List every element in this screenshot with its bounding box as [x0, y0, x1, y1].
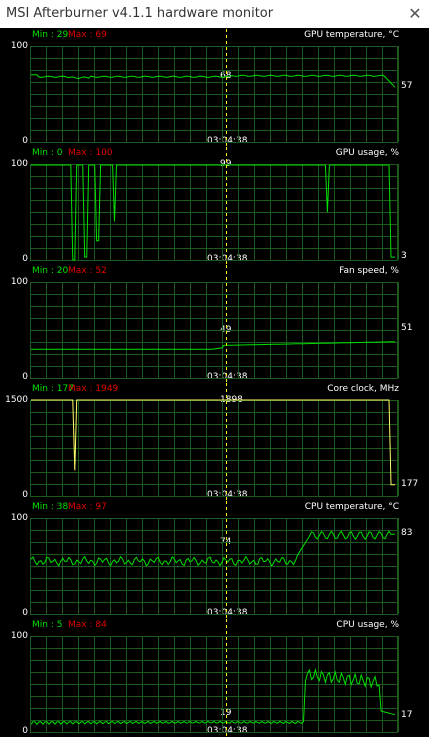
- current-value-label: 17: [401, 709, 413, 720]
- graph-panel-core-clock: Min : 177 Max : 1949 Core clock, MHz 1500 0 0…: [0, 383, 429, 501]
- series-line: [31, 74, 396, 88]
- graph-panel-cpu-usage: Min : 5 Max : 84 CPU usage, % 100 0 03:04:38 1…: [0, 619, 429, 737]
- graph-plot-core-clock: [30, 383, 399, 501]
- graph-panel-gpu-temperature: Min : 29 Max : 69 GPU temperature, °C 100 0 0…: [0, 29, 429, 147]
- current-value-label: 57: [401, 81, 413, 92]
- graph-plot-cpu-temperature: [30, 501, 399, 619]
- graph-plot-cpu-usage: [30, 619, 399, 737]
- series-line: [30, 530, 395, 568]
- y-axis-bottom-label: 0: [22, 372, 28, 382]
- title-bar[interactable]: MSI Afterburner v4.1.1 hardware monitor …: [0, 0, 429, 28]
- y-axis-top-label: 100: [10, 277, 28, 287]
- graph-plot-gpu-usage: [30, 147, 399, 265]
- graph-plot-gpu-temperature: [30, 29, 399, 147]
- close-icon[interactable]: ✕: [404, 3, 426, 25]
- y-axis-bottom-label: 0: [22, 608, 28, 618]
- y-axis-bottom-label: 0: [22, 136, 28, 146]
- y-axis-bottom-label: 0: [22, 490, 28, 500]
- y-axis-top-label: 100: [10, 159, 28, 169]
- y-axis-bottom-label: 0: [22, 726, 28, 736]
- series-line: [30, 667, 396, 726]
- current-value-label: 3: [401, 251, 407, 261]
- y-axis-top-label: 100: [10, 41, 28, 51]
- y-axis-top-label: 100: [10, 631, 28, 641]
- y-axis-top-label: 100: [10, 513, 28, 523]
- y-axis-top-label: 1500: [5, 395, 28, 405]
- graph-plot-fan-speed: [30, 265, 399, 383]
- y-axis-bottom-label: 0: [22, 254, 28, 264]
- graph-panel-fan-speed: Min : 20 Max : 52 Fan speed, % 100 0 03:04:38…: [0, 265, 429, 383]
- current-value-label: 83: [401, 528, 413, 539]
- current-value-label: 177: [401, 478, 419, 489]
- graph-panel-cpu-temperature: Min : 38 Max : 97 CPU temperature, °C 100 0 0…: [0, 501, 429, 619]
- graph-panel-gpu-usage: Min : 0 Max : 100 GPU usage, % 100 0 03:04:38…: [0, 147, 429, 265]
- current-value-label: 51: [401, 323, 413, 334]
- window-title: MSI Afterburner v4.1.1 hardware monitor: [6, 6, 274, 21]
